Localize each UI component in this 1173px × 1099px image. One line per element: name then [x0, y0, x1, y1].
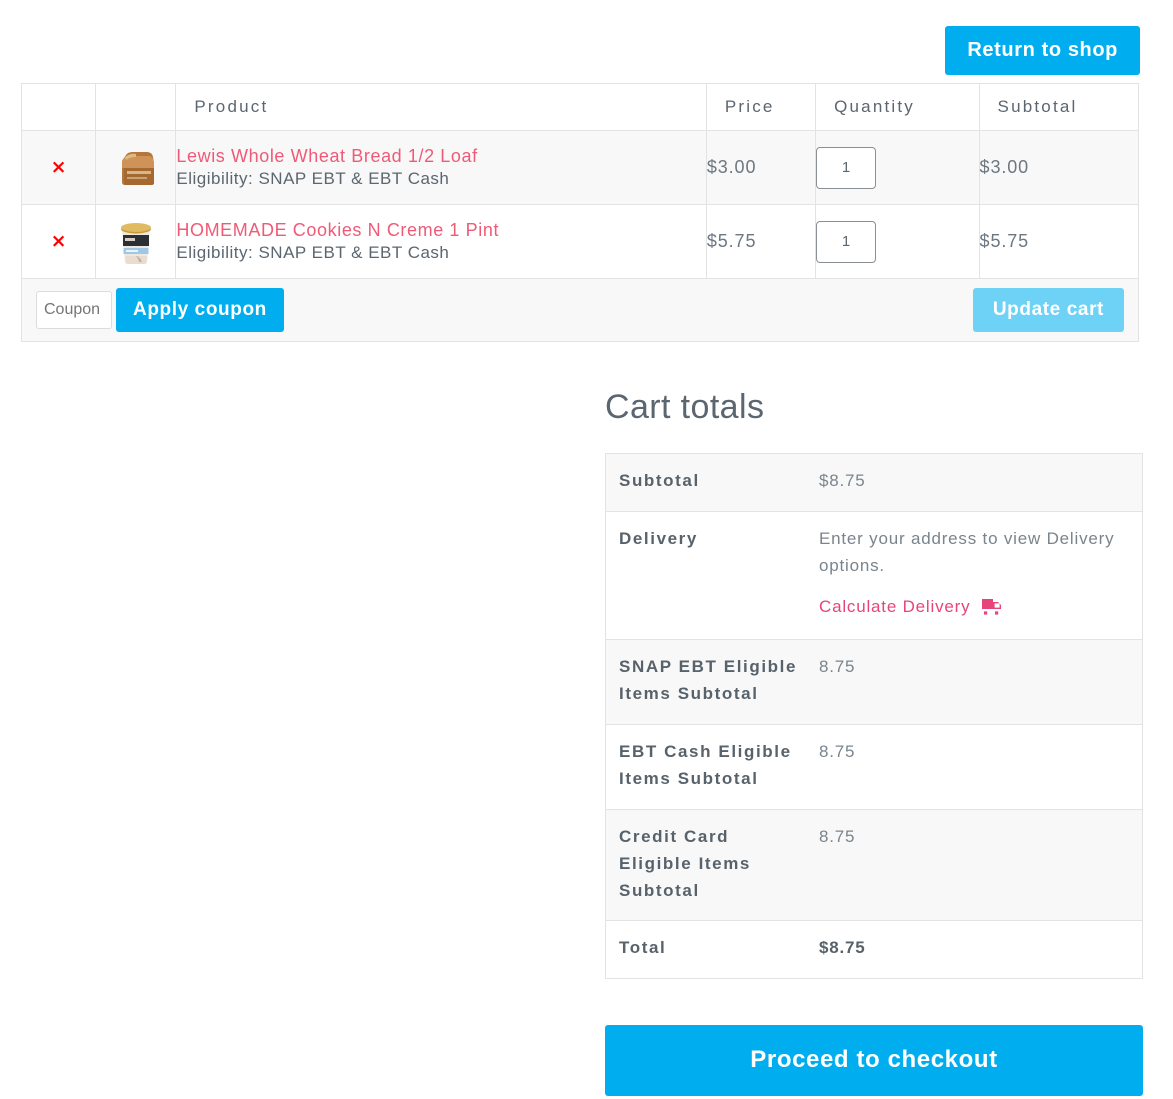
- totals-row-subtotal: Subtotal $8.75: [605, 453, 1143, 512]
- totals-row-total: Total $8.75: [605, 920, 1143, 980]
- coupon-actions-row: Apply coupon Update cart: [21, 278, 1139, 342]
- remove-item-icon[interactable]: ×: [51, 157, 67, 177]
- product-eligibility: Eligibility: SNAP EBT & EBT Cash: [176, 243, 450, 263]
- column-header-remove: [20, 83, 97, 131]
- quantity-input[interactable]: [816, 146, 877, 189]
- product-name-link[interactable]: HOMEMADE Cookies N Creme 1 Pint: [176, 218, 705, 242]
- column-header-quantity: Quantity: [815, 83, 980, 131]
- cart-totals-section: Cart totals Subtotal $8.75 Delivery Ente…: [605, 388, 1143, 1097]
- column-header-subtotal: Subtotal: [978, 83, 1140, 131]
- product-subtotal: $3.00: [978, 130, 1140, 205]
- totals-row-delivery: Delivery Enter your address to view Deli…: [605, 510, 1143, 641]
- totals-label-delivery: Delivery: [605, 510, 806, 641]
- product-thumbnail-cell[interactable]: [95, 130, 177, 205]
- coupon-code-input[interactable]: [36, 291, 112, 329]
- totals-label-ebt-cash: EBT Cash Eligible Items Subtotal: [605, 724, 806, 810]
- cart-table-body: × Lewis Whole Wheat Bread 1/2 Loaf Eligi…: [20, 130, 1140, 342]
- column-header-price: Price: [705, 83, 817, 131]
- cart-totals-title: Cart totals: [605, 388, 765, 426]
- product-price: $5.75: [705, 204, 817, 279]
- cart-totals-table: Subtotal $8.75 Delivery Enter your addre…: [605, 453, 1143, 980]
- remove-item-icon[interactable]: ×: [51, 231, 67, 251]
- quantity-input[interactable]: [816, 220, 877, 263]
- product-info-cell: HOMEMADE Cookies N Creme 1 Pint Eligibil…: [175, 204, 707, 279]
- totals-value-credit-card: 8.75: [806, 808, 1143, 922]
- product-quantity-cell: [815, 130, 980, 205]
- delivery-truck-icon: [981, 597, 1002, 624]
- coupon-actions-wrapper: Apply coupon Update cart: [36, 288, 1124, 332]
- product-name-link[interactable]: Lewis Whole Wheat Bread 1/2 Loaf: [176, 144, 705, 168]
- delivery-note: Enter your address to view Delivery opti…: [819, 528, 1115, 575]
- totals-row-snap-ebt: SNAP EBT Eligible Items Subtotal 8.75: [605, 639, 1143, 726]
- product-eligibility: Eligibility: SNAP EBT & EBT Cash: [176, 169, 450, 189]
- table-row: ×: [20, 130, 1140, 205]
- totals-value-snap-ebt: 8.75: [806, 639, 1143, 726]
- calculate-delivery-link[interactable]: Calculate Delivery: [819, 594, 1002, 624]
- remove-item-cell[interactable]: ×: [20, 130, 97, 205]
- cart-page: Return to shop Product Price Quantity Su…: [0, 0, 1173, 1099]
- cart-table-header-row: Product Price Quantity Subtotal: [20, 83, 1140, 131]
- remove-item-cell[interactable]: ×: [20, 204, 97, 279]
- totals-value-ebt-cash: 8.75: [806, 724, 1143, 810]
- totals-row-credit-card: Credit Card Eligible Items Subtotal 8.75: [605, 808, 1143, 922]
- column-header-product: Product: [175, 83, 707, 131]
- product-price: $3.00: [705, 130, 817, 205]
- bread-loaf-thumbnail[interactable]: [115, 143, 157, 193]
- totals-row-ebt-cash: EBT Cash Eligible Items Subtotal 8.75: [605, 724, 1143, 810]
- totals-label-credit-card: Credit Card Eligible Items Subtotal: [605, 808, 806, 922]
- coupon-actions-cell: Apply coupon Update cart: [21, 278, 1139, 342]
- return-to-shop-button[interactable]: Return to shop: [945, 26, 1140, 75]
- product-thumbnail-cell[interactable]: [95, 204, 177, 279]
- ice-cream-pint-thumbnail[interactable]: [115, 217, 157, 267]
- product-quantity-cell: [815, 204, 980, 279]
- totals-label-total: Total: [605, 920, 806, 980]
- column-header-thumbnail: [95, 83, 177, 131]
- product-info-cell: Lewis Whole Wheat Bread 1/2 Loaf Eligibi…: [175, 130, 707, 205]
- totals-value-delivery: Enter your address to view Delivery opti…: [806, 510, 1143, 641]
- apply-coupon-button[interactable]: Apply coupon: [116, 288, 284, 332]
- proceed-to-checkout-button[interactable]: Proceed to checkout: [605, 1025, 1143, 1097]
- table-row: ×: [20, 204, 1140, 279]
- calculate-delivery-label: Calculate Delivery: [819, 596, 971, 616]
- totals-value-subtotal: $8.75: [806, 453, 1143, 512]
- update-cart-button[interactable]: Update cart: [972, 288, 1124, 332]
- cart-table-head: Product Price Quantity Subtotal: [20, 83, 1140, 131]
- product-subtotal: $5.75: [978, 204, 1140, 279]
- cart-items-table: Product Price Quantity Subtotal × Lewis …: [20, 83, 1140, 342]
- totals-label-snap-ebt: SNAP EBT Eligible Items Subtotal: [605, 639, 806, 726]
- totals-value-total: $8.75: [806, 920, 1143, 980]
- return-to-shop-row: Return to shop: [0, 26, 1140, 75]
- totals-label-subtotal: Subtotal: [605, 453, 806, 512]
- cart-totals-body: Subtotal $8.75 Delivery Enter your addre…: [605, 453, 1143, 980]
- coupon-group: Apply coupon: [36, 288, 284, 332]
